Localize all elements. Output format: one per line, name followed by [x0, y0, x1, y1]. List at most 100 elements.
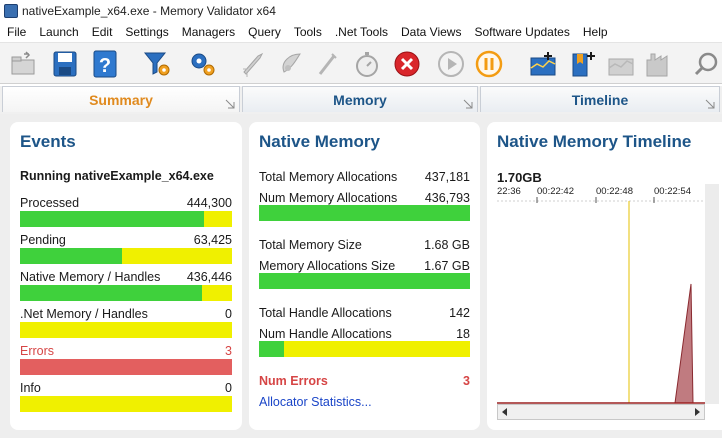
stat-label: Num Errors: [259, 374, 328, 388]
timeline-chart[interactable]: 22:36 00:22:42 00:22:48 00:22:54: [497, 184, 719, 420]
progress-fill: [20, 248, 122, 264]
compare-snapshot-icon[interactable]: [604, 48, 638, 80]
menu-query[interactable]: Query: [241, 25, 287, 39]
help-icon[interactable]: ?: [88, 48, 122, 80]
menu-data-views[interactable]: Data Views: [394, 25, 467, 39]
event-value: 0: [225, 381, 232, 395]
menu-launch[interactable]: Launch: [32, 25, 84, 39]
save-icon[interactable]: [48, 48, 82, 80]
play-icon[interactable]: [434, 48, 468, 80]
gears-icon[interactable]: [186, 48, 220, 80]
progress-bar-num-handles: [259, 341, 470, 357]
stat-label: Total Memory Size: [259, 238, 362, 252]
running-process-text: Running nativeExample_x64.exe: [20, 169, 214, 183]
window-title: nativeExample_x64.exe - Memory Validator…: [22, 4, 276, 18]
timeline-panel: Native Memory Timeline 1.70GB 22:36 00:2…: [487, 122, 722, 430]
progress-bar-errors: [20, 359, 232, 375]
stat-value: 18: [456, 327, 470, 341]
native-memory-title: Native Memory: [259, 132, 380, 151]
event-label: .Net Memory / Handles: [20, 307, 148, 321]
menu-net-tools[interactable]: .Net Tools: [328, 25, 394, 39]
stat-label: Num Handle Allocations: [259, 327, 392, 341]
stat-value: 3: [463, 374, 470, 388]
menu-managers[interactable]: Managers: [175, 25, 241, 39]
tab-summary[interactable]: Summary: [2, 86, 240, 112]
svg-text:?: ?: [99, 55, 111, 77]
event-row-dotnet: .Net Memory / Handles 0: [20, 305, 232, 323]
total-handle-allocations-row: Total Handle Allocations 142: [259, 304, 470, 322]
event-value: 444,300: [186, 196, 232, 210]
running-label: Running nativeExample_x64.exe: [20, 167, 232, 185]
timeline-title: Native Memory Timeline: [497, 132, 692, 151]
progress-bar-num-allocations: [259, 205, 470, 221]
horizontal-scrollbar[interactable]: [497, 404, 705, 420]
stat-value: 437,181: [424, 170, 470, 184]
stat-value: 1.67 GB: [424, 259, 470, 273]
menu-file[interactable]: File: [0, 25, 32, 39]
event-value: 0: [225, 307, 232, 321]
event-row-processed: Processed 444,300: [20, 194, 232, 212]
stat-value: 436,793: [424, 191, 470, 205]
undock-icon[interactable]: [225, 99, 235, 109]
event-label: Pending: [20, 233, 66, 247]
event-value: 436,446: [186, 270, 232, 284]
events-panel: Events Running nativeExample_x64.exe Pro…: [10, 122, 242, 430]
tick-label: 00:22:48: [596, 186, 633, 197]
pause-icon[interactable]: [472, 48, 506, 80]
menu-edit[interactable]: Edit: [85, 25, 119, 39]
progress-bar-pending: [20, 248, 232, 264]
menu-tools[interactable]: Tools: [287, 25, 328, 39]
event-value: 63,425: [193, 233, 232, 247]
tab-memory-label: Memory: [333, 91, 387, 108]
inject-icon[interactable]: [274, 48, 308, 80]
allocator-statistics-row: Allocator Statistics...: [259, 393, 470, 411]
stat-label: Memory Allocations Size: [259, 259, 396, 273]
stopwatch-icon[interactable]: [350, 48, 384, 80]
menu-software-updates[interactable]: Software Updates: [467, 25, 575, 39]
event-row-native: Native Memory / Handles 436,446: [20, 268, 232, 286]
progress-bar-info: [20, 396, 232, 412]
allocator-statistics-link[interactable]: Allocator Statistics...: [259, 395, 372, 409]
vertical-scroll-track[interactable]: [705, 184, 719, 404]
filter-settings-icon[interactable]: [140, 48, 174, 80]
open-folder-icon[interactable]: [6, 48, 40, 80]
event-row-info: Info 0: [20, 379, 232, 397]
stop-icon[interactable]: [390, 48, 424, 80]
stat-value: 1.68 GB: [424, 238, 470, 252]
undock-icon[interactable]: [463, 99, 473, 109]
tab-summary-label: Summary: [89, 91, 153, 108]
scroll-right-icon[interactable]: [690, 405, 704, 419]
stat-label: Total Handle Allocations: [259, 306, 392, 320]
tab-timeline[interactable]: Timeline: [480, 86, 720, 112]
event-value: 3: [225, 344, 232, 358]
menu-help[interactable]: Help: [576, 25, 614, 39]
toolbar: ?: [0, 42, 722, 84]
launch-rocket-icon[interactable]: [236, 48, 270, 80]
timeline-svg: 22:36 00:22:42 00:22:48 00:22:54: [497, 186, 719, 404]
events-title: Events: [20, 132, 76, 151]
bookmark-add-icon[interactable]: [566, 48, 600, 80]
stat-label: Total Memory Allocations: [259, 170, 398, 184]
tab-memory[interactable]: Memory: [242, 86, 478, 112]
undock-icon[interactable]: [705, 99, 715, 109]
progress-bar-processed: [20, 211, 232, 227]
search-icon[interactable]: [690, 48, 722, 80]
num-errors-row: Num Errors 3: [259, 372, 470, 390]
factory-icon[interactable]: [642, 48, 676, 80]
summary-content: Events Running nativeExample_x64.exe Pro…: [0, 114, 722, 438]
progress-fill: [259, 205, 470, 221]
progress-bar-native: [20, 285, 232, 301]
app-icon: [4, 4, 18, 18]
scroll-left-icon[interactable]: [498, 405, 512, 419]
stat-value: 142: [449, 306, 470, 320]
menu-settings[interactable]: Settings: [118, 25, 174, 39]
progress-fill: [20, 285, 203, 301]
event-label: Native Memory / Handles: [20, 270, 161, 284]
progress-bar-allocations-size: [259, 273, 470, 289]
event-row-pending: Pending 63,425: [20, 231, 232, 249]
snapshot-icon[interactable]: [526, 48, 560, 80]
progress-bar-dotnet: [20, 322, 232, 338]
progress-fill: [259, 273, 470, 289]
stat-label: Num Memory Allocations: [259, 191, 398, 205]
wait-for-process-icon[interactable]: [310, 48, 344, 80]
